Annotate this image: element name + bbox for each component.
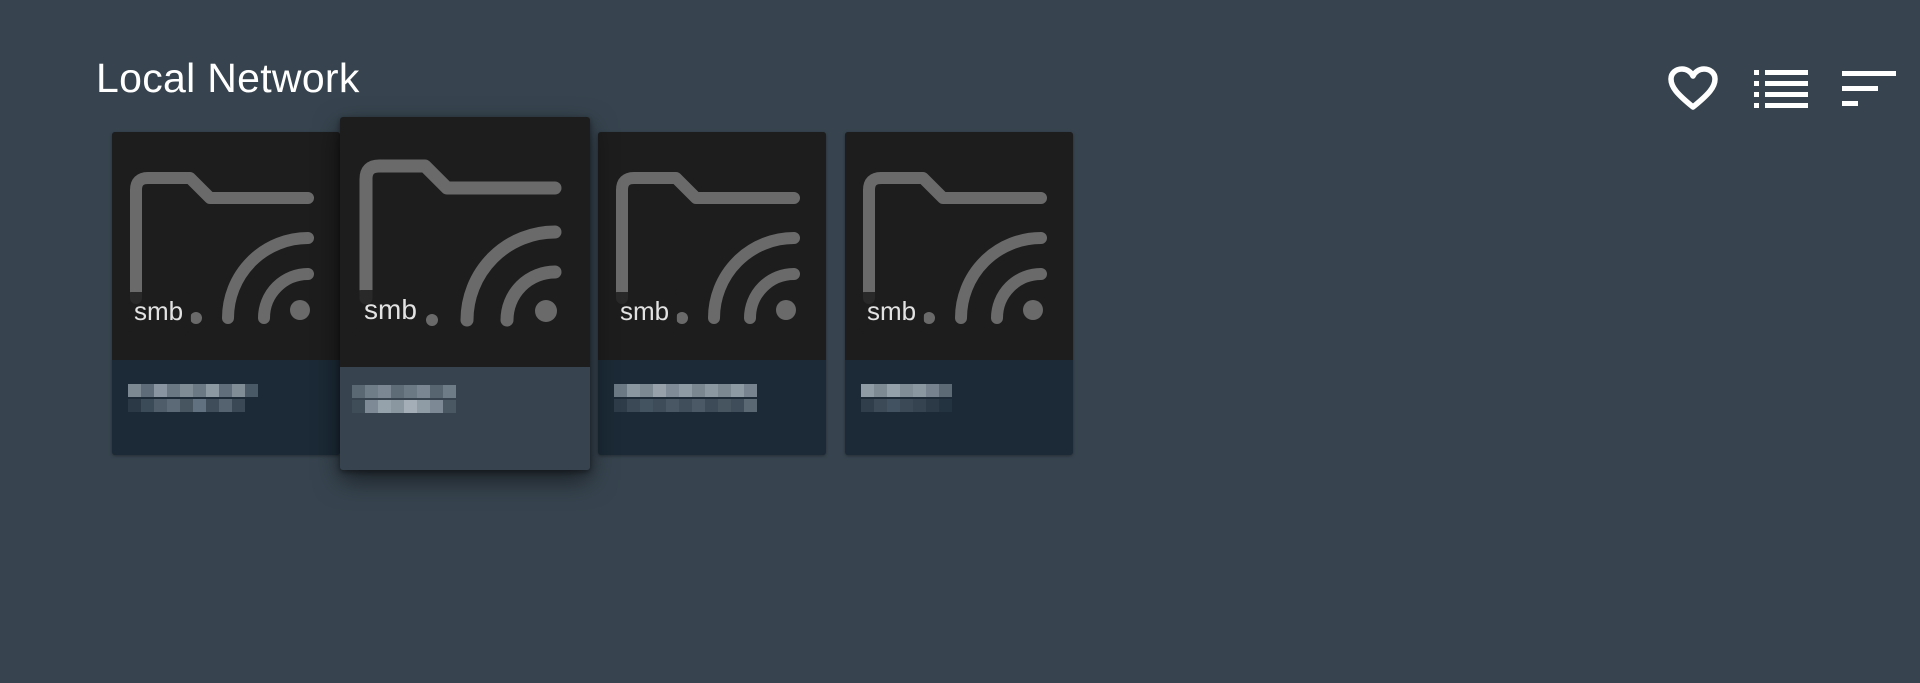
share-name-caption xyxy=(112,360,340,455)
share-card[interactable]: smb xyxy=(112,132,340,455)
protocol-badge: smb xyxy=(126,292,192,332)
share-thumbnail: smb xyxy=(340,117,590,367)
list-view-button[interactable] xyxy=(1752,62,1810,116)
share-name-caption xyxy=(340,367,590,462)
redacted-share-name xyxy=(614,384,757,412)
share-thumbnail: smb xyxy=(845,132,1073,360)
redacted-share-name xyxy=(128,384,258,412)
sort-icon xyxy=(1842,71,1896,106)
share-name-caption xyxy=(845,360,1073,455)
list-view-icon xyxy=(1754,70,1808,108)
share-card-focused[interactable]: smb xyxy=(340,117,590,470)
share-thumbnail: smb xyxy=(112,132,340,360)
page-title: Local Network xyxy=(96,55,360,101)
toolbar xyxy=(1664,62,1898,116)
sort-button[interactable] xyxy=(1840,62,1898,116)
heart-icon xyxy=(1668,66,1718,110)
network-browser-page: Local Network smb smb smb smb xyxy=(0,0,1920,683)
protocol-badge: smb xyxy=(356,290,425,332)
redacted-share-name xyxy=(861,384,952,412)
redacted-share-name xyxy=(352,385,456,413)
protocol-badge: smb xyxy=(612,292,678,332)
favorites-button[interactable] xyxy=(1664,62,1722,116)
share-thumbnail: smb xyxy=(598,132,826,360)
share-card[interactable]: smb xyxy=(845,132,1073,455)
protocol-badge: smb xyxy=(859,292,925,332)
share-name-caption xyxy=(598,360,826,455)
share-card[interactable]: smb xyxy=(598,132,826,455)
